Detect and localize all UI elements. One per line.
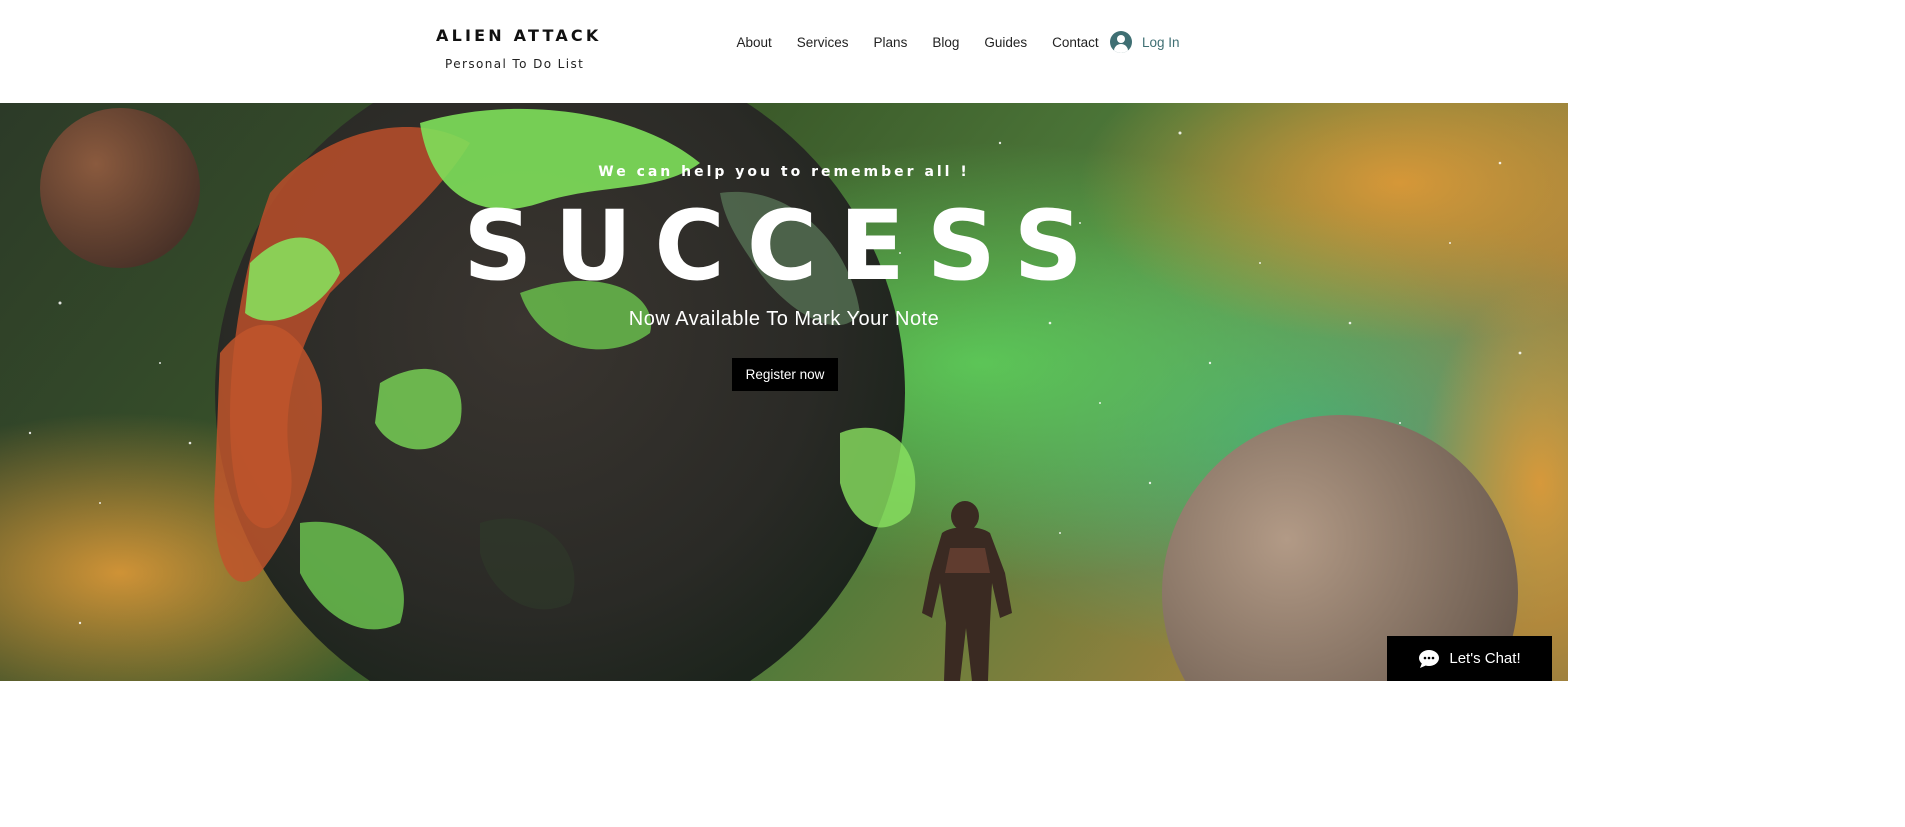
site-header: ALIEN ATTACK Personal To Do List About S… [0, 0, 1568, 103]
site-tagline: Personal To Do List [445, 57, 585, 71]
user-avatar-icon [1110, 31, 1132, 53]
main-nav: About Services Plans Blog Guides Contact [724, 34, 1111, 52]
nav-item-guides[interactable]: Guides [972, 34, 1040, 52]
nav-item-about[interactable]: About [724, 34, 784, 52]
register-now-button[interactable]: Register now [732, 358, 838, 391]
login-label: Log In [1142, 34, 1180, 50]
nav-item-plans[interactable]: Plans [861, 34, 920, 52]
login-button[interactable]: Log In [1110, 31, 1180, 53]
hero-subline: Now Available To Mark Your Note [628, 308, 940, 330]
hero-headline: SUCCESS [463, 190, 1105, 302]
nav-item-blog[interactable]: Blog [920, 34, 972, 52]
chat-bubble-icon [1419, 649, 1440, 668]
nav-item-contact[interactable]: Contact [1040, 34, 1112, 52]
chat-label: Let's Chat! [1449, 650, 1521, 667]
hero-tagline: We can help you to remember all ! [598, 164, 970, 180]
hero-section: We can help you to remember all ! SUCCES… [0, 103, 1568, 681]
chat-widget-button[interactable]: Let's Chat! [1387, 636, 1552, 681]
site-title[interactable]: ALIEN ATTACK [436, 26, 601, 45]
nav-item-services[interactable]: Services [784, 34, 861, 52]
